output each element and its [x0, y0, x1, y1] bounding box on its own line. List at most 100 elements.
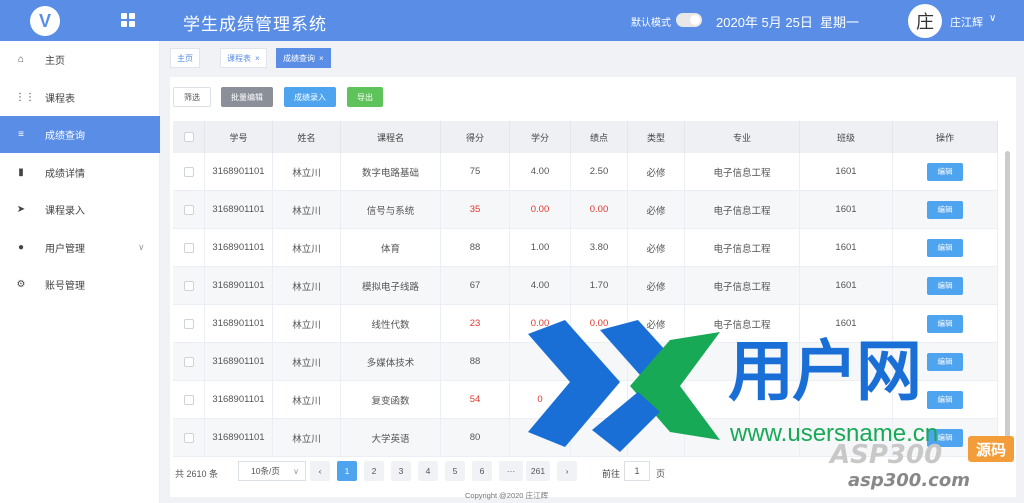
import-grades-button[interactable]: 成绩录入	[284, 87, 336, 107]
column-header: 班级	[800, 121, 893, 153]
gear-icon: ⚙	[16, 279, 26, 290]
row-checkbox[interactable]	[183, 356, 194, 367]
column-header: 绩点	[571, 121, 628, 153]
edit-button[interactable]: 编辑	[927, 162, 963, 181]
chevron-down-icon[interactable]: ∨	[989, 13, 996, 24]
sidebar-item-home[interactable]: ⌂ 主页	[0, 41, 160, 78]
sidebar-item-schedule[interactable]: ⋮⋮ 课程表	[0, 79, 160, 116]
table-row: 3168901101 林立川 体育 88 1.00 3.80 必修 电子信息工程 1601 编辑	[173, 229, 998, 267]
cell-course: 信号与系统	[341, 191, 441, 228]
sidebar-item-account-manage[interactable]: ⚙ 账号管理	[0, 266, 160, 303]
cell-course: 线性代数	[341, 305, 441, 342]
cell-name: 林立川	[273, 153, 341, 190]
edit-button[interactable]: 编辑	[927, 390, 963, 409]
cell-gpa: 2.50	[571, 153, 628, 190]
page-button[interactable]: 261	[526, 461, 550, 481]
menu-grid-icon[interactable]	[121, 13, 135, 27]
goto-label: 前往	[602, 469, 621, 479]
page-word-label: 页	[656, 469, 666, 479]
edit-button[interactable]: 编辑	[927, 200, 963, 219]
cell-score: 88	[441, 343, 510, 380]
page-size-select[interactable]: 10条/页 ∨	[238, 461, 306, 481]
cell-major: 电子信息工程	[685, 153, 800, 190]
page-size-value: 10条/页	[251, 466, 280, 476]
cell-gpa: 1.70	[571, 267, 628, 304]
mode-label: 默认模式	[631, 18, 671, 29]
cell-name: 林立川	[273, 191, 341, 228]
cell-major: 电子信息工程	[685, 267, 800, 304]
row-select-cell	[173, 191, 205, 228]
export-button[interactable]: 导出	[347, 87, 383, 107]
cell-major: 电子信息工程	[685, 191, 800, 228]
user-icon: ●	[17, 241, 25, 253]
page-button[interactable]: 4	[418, 461, 438, 481]
row-checkbox[interactable]	[183, 432, 194, 443]
batch-edit-button[interactable]: 批量编辑	[221, 87, 273, 107]
cell-id: 3168901101	[205, 267, 273, 304]
tab-home[interactable]: 主页	[170, 48, 200, 68]
username[interactable]: 庄江辉	[950, 14, 983, 30]
page-button[interactable]: 6	[472, 461, 492, 481]
row-select-cell	[173, 343, 205, 380]
cell-score: 88	[441, 229, 510, 266]
row-checkbox[interactable]	[183, 318, 194, 329]
filter-button[interactable]: 筛选	[173, 87, 211, 107]
watermark-badge: 源码	[968, 436, 1014, 462]
prev-page-button[interactable]: ‹	[310, 461, 330, 481]
row-checkbox[interactable]	[183, 394, 194, 405]
copyright: Copyright @2020 庄江辉	[465, 491, 549, 500]
cell-id: 3168901101	[205, 153, 273, 190]
total-count: 共 2610 条	[175, 469, 219, 479]
chevron-down-icon: ∨	[293, 466, 299, 476]
cell-id: 3168901101	[205, 229, 273, 266]
cell-gpa: 3.80	[571, 229, 628, 266]
sidebar-item-grade-query[interactable]: ≡ 成绩查询	[0, 116, 160, 153]
cell-type: 必修	[628, 229, 685, 266]
row-checkbox[interactable]	[183, 242, 194, 253]
date-display: 2020年 5月 25日	[716, 15, 813, 30]
list-icon: ≡	[18, 129, 24, 140]
row-checkbox[interactable]	[183, 166, 194, 177]
sidebar-item-label: 课程表	[45, 93, 75, 105]
cell-class: 1601	[800, 229, 893, 266]
row-checkbox[interactable]	[183, 280, 194, 291]
action-cell: 编辑	[893, 267, 998, 304]
select-all-checkbox[interactable]	[183, 132, 194, 142]
table-row: 3168901101 林立川 数字电路基础 75 4.00 2.50 必修 电子信息工程 160…	[173, 153, 998, 191]
next-page-button[interactable]: ›	[557, 461, 577, 481]
edit-button[interactable]: 编辑	[927, 314, 963, 333]
tab-label: 课程表	[227, 53, 251, 63]
select-all-cell	[173, 121, 205, 153]
cell-credit: 0.00	[510, 191, 571, 228]
edit-button[interactable]: 编辑	[927, 276, 963, 295]
page-button[interactable]: 5	[445, 461, 465, 481]
cell-name: 林立川	[273, 343, 341, 380]
cell-id: 3168901101	[205, 381, 273, 418]
sidebar-item-grade-detail[interactable]: ▮ 成绩详情	[0, 154, 160, 191]
close-icon[interactable]: ×	[319, 54, 324, 63]
tab-grade-query[interactable]: 成绩查询 ×	[276, 48, 331, 68]
tab-schedule[interactable]: 课程表 ×	[220, 48, 267, 68]
page-button[interactable]: 1	[337, 461, 357, 481]
mode-toggle[interactable]	[676, 13, 702, 27]
close-icon[interactable]: ×	[255, 54, 260, 63]
cell-name: 林立川	[273, 305, 341, 342]
bar-chart-icon: ▮	[18, 166, 24, 178]
edit-button[interactable]: 编辑	[927, 352, 963, 371]
row-checkbox[interactable]	[183, 204, 194, 215]
sidebar-item-label: 成绩详情	[45, 168, 85, 180]
page-button[interactable]: 3	[391, 461, 411, 481]
cell-id: 3168901101	[205, 419, 273, 456]
page-button[interactable]: 2	[364, 461, 384, 481]
logo: V	[30, 6, 60, 36]
goto-page-input[interactable]: 1	[624, 461, 650, 481]
edit-button[interactable]: 编辑	[927, 238, 963, 257]
avatar[interactable]: 庄	[908, 4, 942, 38]
sidebar-item-course-entry[interactable]: ➤ 课程录入	[0, 191, 160, 228]
sidebar-item-user-manage[interactable]: ● 用户管理 ∨	[0, 229, 160, 266]
cell-credit: 4.00	[510, 153, 571, 190]
cell-id: 3168901101	[205, 305, 273, 342]
table-scrollbar[interactable]	[1005, 151, 1010, 461]
page-button[interactable]: ···	[499, 461, 523, 481]
column-header: 姓名	[273, 121, 341, 153]
